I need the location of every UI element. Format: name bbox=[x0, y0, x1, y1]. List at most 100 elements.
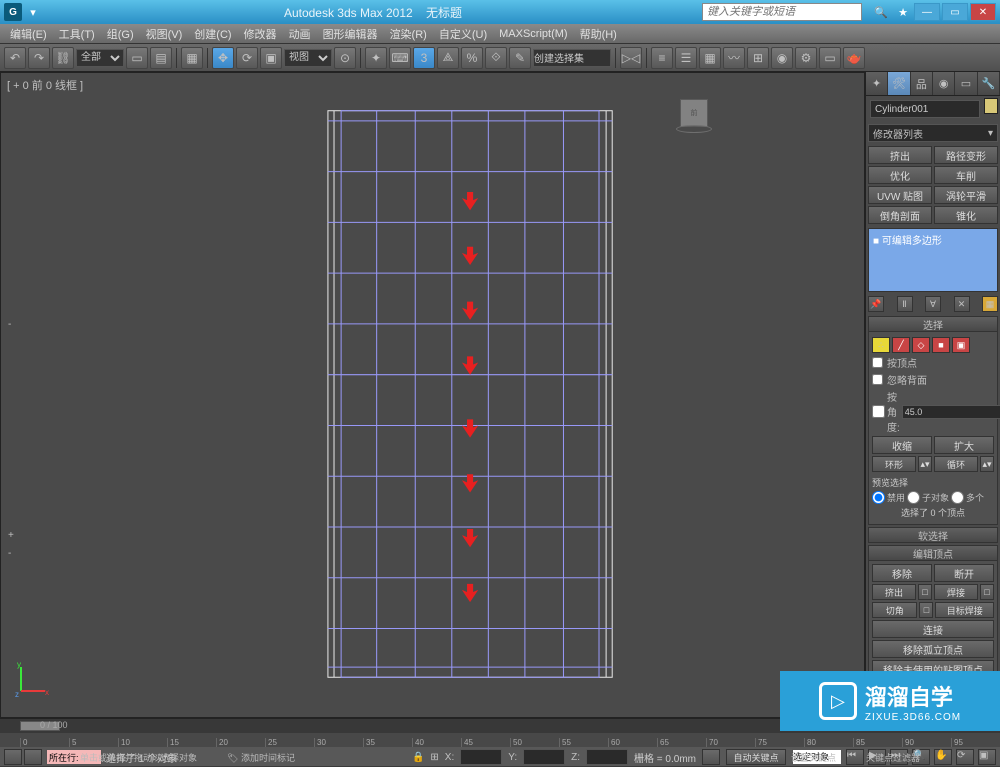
window-crossing-button[interactable]: ▦ bbox=[181, 47, 203, 69]
menu-graph-editors[interactable]: 图形编辑器 bbox=[317, 26, 384, 42]
rotate-button[interactable]: ⟳ bbox=[236, 47, 258, 69]
preview-off-radio[interactable] bbox=[872, 491, 885, 504]
menu-animation[interactable]: 动画 bbox=[283, 26, 317, 42]
by-angle-value[interactable] bbox=[902, 405, 1000, 419]
by-angle-checkbox[interactable] bbox=[872, 405, 885, 418]
object-name-field[interactable]: Cylinder001 bbox=[870, 100, 980, 118]
angle-snap-button[interactable]: ⟁ bbox=[437, 47, 459, 69]
stack-configure-button[interactable]: ▦ bbox=[982, 296, 998, 312]
subobj-element-button[interactable]: ▣ bbox=[952, 337, 970, 353]
chamfer-settings-button[interactable]: □ bbox=[919, 602, 933, 618]
weld-settings-button[interactable]: □ bbox=[980, 584, 994, 600]
chamfer-vertex-button[interactable]: 切角 bbox=[872, 602, 917, 618]
selection-filter-dropdown[interactable]: 全部 bbox=[76, 49, 124, 67]
render-frame-button[interactable]: ▭ bbox=[819, 47, 841, 69]
select-by-name-button[interactable]: ▤ bbox=[150, 47, 172, 69]
mirror-button[interactable]: ▷◁ bbox=[620, 47, 642, 69]
mod-btn-lathe[interactable]: 车削 bbox=[934, 166, 998, 184]
menu-tools[interactable]: 工具(T) bbox=[53, 26, 101, 42]
weld-vertex-button[interactable]: 焊接 bbox=[934, 584, 978, 600]
move-button[interactable]: ✥ bbox=[212, 47, 234, 69]
preview-subobj-radio[interactable] bbox=[907, 491, 920, 504]
curve-editor-button[interactable]: 〰 bbox=[723, 47, 745, 69]
ref-coord-dropdown[interactable]: 视图 bbox=[284, 49, 332, 67]
mod-btn-taper[interactable]: 锥化 bbox=[934, 206, 998, 224]
tab-hierarchy[interactable]: 品 bbox=[911, 72, 933, 95]
redo-button[interactable]: ↷ bbox=[28, 47, 50, 69]
break-vertex-button[interactable]: 断开 bbox=[934, 564, 994, 582]
target-weld-button[interactable]: 目标焊接 bbox=[935, 602, 994, 618]
render-setup-button[interactable]: ⚙ bbox=[795, 47, 817, 69]
stack-item-editable-poly[interactable]: ■ 可编辑多边形 bbox=[871, 231, 995, 248]
timeline-ruler[interactable]: 05101520253035404550556065707580859095 bbox=[0, 733, 1000, 747]
spinner-snap-button[interactable]: ⟐ bbox=[485, 47, 507, 69]
stack-show-end-button[interactable]: Ⅱ bbox=[897, 296, 913, 312]
menu-views[interactable]: 视图(V) bbox=[140, 26, 189, 42]
pivot-button[interactable]: ⊙ bbox=[334, 47, 356, 69]
menu-help[interactable]: 帮助(H) bbox=[574, 26, 623, 42]
extrude-vertex-button[interactable]: 挤出 bbox=[872, 584, 916, 600]
shrink-button[interactable]: 收缩 bbox=[872, 436, 932, 454]
tab-utilities[interactable]: 🔧 bbox=[978, 72, 1000, 95]
manipulate-button[interactable]: ✦ bbox=[365, 47, 387, 69]
snap-toggle-button[interactable]: 3 bbox=[413, 47, 435, 69]
search-icon[interactable]: 🔍 bbox=[872, 3, 890, 21]
link-button[interactable]: ⛓ bbox=[52, 47, 74, 69]
menu-modifiers[interactable]: 修改器 bbox=[238, 26, 283, 42]
mod-btn-extrude[interactable]: 挤出 bbox=[868, 146, 932, 164]
mod-btn-uvwmap[interactable]: UVW 贴图 bbox=[868, 186, 932, 204]
menu-rendering[interactable]: 渲染(R) bbox=[384, 26, 433, 42]
remove-isolated-button[interactable]: 移除孤立顶点 bbox=[872, 640, 994, 658]
mod-btn-optimize[interactable]: 优化 bbox=[868, 166, 932, 184]
mod-btn-bevelprofile[interactable]: 倒角剖面 bbox=[868, 206, 932, 224]
object-color-swatch[interactable] bbox=[984, 98, 998, 114]
preview-multi-radio[interactable] bbox=[951, 491, 964, 504]
rollout-edit-vertices-header[interactable]: -编辑顶点 bbox=[868, 545, 998, 561]
tab-modify[interactable]: 🛠 bbox=[888, 72, 910, 95]
subobj-edge-button[interactable]: ╱ bbox=[892, 337, 910, 353]
scale-button[interactable]: ▣ bbox=[260, 47, 282, 69]
undo-button[interactable]: ↶ bbox=[4, 47, 26, 69]
maximize-button[interactable]: ▭ bbox=[942, 3, 968, 21]
viewport[interactable]: [ + 0 前 0 线框 ] 前 bbox=[0, 72, 865, 718]
stack-unique-button[interactable]: ∀ bbox=[925, 296, 941, 312]
connect-vertex-button[interactable]: 连接 bbox=[872, 620, 994, 638]
menu-customize[interactable]: 自定义(U) bbox=[433, 26, 493, 42]
modifier-list-dropdown[interactable]: 修改器列表▾ bbox=[868, 124, 998, 142]
material-editor-button[interactable]: ◉ bbox=[771, 47, 793, 69]
schematic-button[interactable]: ⊞ bbox=[747, 47, 769, 69]
close-button[interactable]: ✕ bbox=[970, 3, 996, 21]
layers-button[interactable]: ☰ bbox=[675, 47, 697, 69]
minimize-button[interactable]: — bbox=[914, 3, 940, 21]
remove-vertex-button[interactable]: 移除 bbox=[872, 564, 932, 582]
stack-remove-button[interactable]: ✕ bbox=[954, 296, 970, 312]
extrude-settings-button[interactable]: □ bbox=[918, 584, 932, 600]
tab-create[interactable]: ✦ bbox=[866, 72, 888, 95]
loop-spinner[interactable]: ▴▾ bbox=[980, 456, 994, 472]
tab-display[interactable]: ▭ bbox=[955, 72, 977, 95]
favorite-icon[interactable]: ★ bbox=[894, 3, 912, 21]
subobj-vertex-button[interactable]: ∴ bbox=[872, 337, 890, 353]
menu-edit[interactable]: 编辑(E) bbox=[4, 26, 53, 42]
menu-maxscript[interactable]: MAXScript(M) bbox=[493, 28, 573, 40]
tab-motion[interactable]: ◉ bbox=[933, 72, 955, 95]
render-button[interactable]: 🫖 bbox=[843, 47, 865, 69]
ignore-backfacing-checkbox[interactable] bbox=[872, 374, 883, 385]
help-search-input[interactable] bbox=[702, 3, 862, 21]
menu-group[interactable]: 组(G) bbox=[101, 26, 140, 42]
subobj-polygon-button[interactable]: ■ bbox=[932, 337, 950, 353]
stack-pin-button[interactable]: 📌 bbox=[868, 296, 884, 312]
rollout-soft-selection-header[interactable]: +软选择 bbox=[868, 527, 998, 543]
menu-create[interactable]: 创建(C) bbox=[188, 26, 237, 42]
modifier-stack[interactable]: ■ 可编辑多边形 bbox=[868, 228, 998, 292]
subobj-border-button[interactable]: ◇ bbox=[912, 337, 930, 353]
select-button[interactable]: ▭ bbox=[126, 47, 148, 69]
ring-button[interactable]: 环形 bbox=[872, 456, 916, 472]
align-button[interactable]: ≡ bbox=[651, 47, 673, 69]
mod-btn-pathdeform[interactable]: 路径变形 bbox=[934, 146, 998, 164]
mod-btn-turbosmooth[interactable]: 涡轮平滑 bbox=[934, 186, 998, 204]
ring-spinner[interactable]: ▴▾ bbox=[918, 456, 932, 472]
named-selection-input[interactable] bbox=[533, 49, 611, 67]
edit-named-sel-button[interactable]: ✎ bbox=[509, 47, 531, 69]
rollout-selection-header[interactable]: -选择 bbox=[868, 316, 998, 332]
